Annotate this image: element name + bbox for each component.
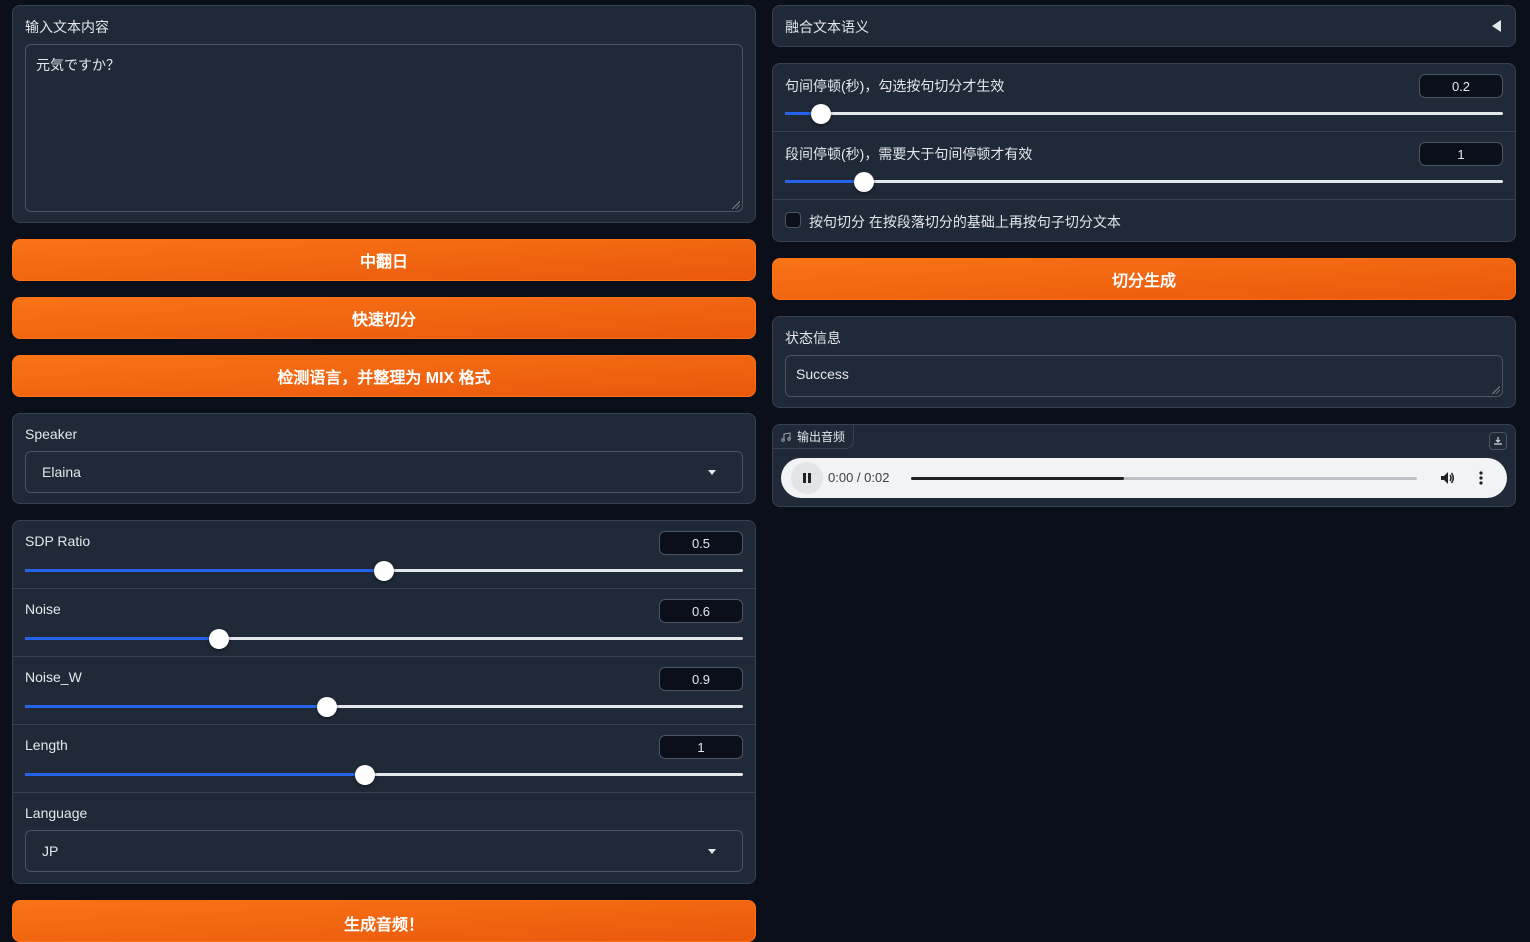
accordion-header[interactable]: 融合文本语义 xyxy=(772,5,1516,47)
generate-audio-button[interactable]: 生成音频！ xyxy=(12,900,756,942)
translate-button[interactable]: 中翻日 xyxy=(12,239,756,281)
left-slider-row: Length 1 xyxy=(13,725,755,793)
quick-split-button[interactable]: 快速切分 xyxy=(12,297,756,339)
slider-fill xyxy=(25,773,366,776)
slider-track[interactable] xyxy=(25,561,743,581)
resize-handle-icon[interactable] xyxy=(732,201,740,209)
collapse-arrow-icon[interactable] xyxy=(1492,20,1501,32)
left-slider-row: Noise 0.6 xyxy=(13,589,755,657)
accordion-label: 融合文本语义 xyxy=(785,19,869,35)
audio-label-tag: 输出音频 xyxy=(773,425,855,449)
slider-track[interactable] xyxy=(785,172,1503,192)
slider-thumb[interactable] xyxy=(853,172,874,192)
slider-label: 句间停顿(秒)，勾选按句切分才生效 xyxy=(785,78,1005,94)
music-note-icon xyxy=(781,431,791,442)
parameters-block: SDP Ratio 0.5 Noise 0.6 Noise_W 0.9 Length 1 La… xyxy=(12,520,756,884)
slider-track[interactable] xyxy=(785,104,1503,124)
slider-thumb[interactable] xyxy=(810,104,831,124)
text-input-value: 元気ですか？ xyxy=(36,57,120,73)
split-settings-block: 句间停顿(秒)，勾选按句切分才生效 0.2 段间停顿(秒)，需要大于句间停顿才有效 1… xyxy=(772,63,1516,242)
slider-fill xyxy=(25,705,327,708)
text-input-field[interactable]: 元気ですか？ xyxy=(25,44,743,212)
pause-icon[interactable] xyxy=(791,462,823,494)
audio-progress-fill xyxy=(911,477,1124,480)
audio-time: 0:00 / 0:02 xyxy=(828,470,890,485)
slider-number-input[interactable]: 1 xyxy=(659,735,743,759)
right-slider-row: 段间停顿(秒)，需要大于句间停顿才有效 1 xyxy=(773,132,1515,200)
language-section: Language JP xyxy=(13,793,755,883)
slider-track[interactable] xyxy=(25,697,743,717)
audio-progress-track[interactable] xyxy=(911,477,1417,480)
slider-number-input[interactable]: 0.9 xyxy=(659,667,743,691)
language-value: JP xyxy=(42,843,59,859)
slider-thumb[interactable] xyxy=(374,561,394,581)
status-output[interactable]: Success xyxy=(785,355,1503,397)
right-slider-row: 句间停顿(秒)，勾选按句切分才生效 0.2 xyxy=(773,64,1515,132)
status-value: Success xyxy=(796,366,849,382)
volume-icon[interactable] xyxy=(1437,468,1457,488)
speaker-dropdown[interactable]: Elaina xyxy=(25,451,743,493)
chevron-down-icon xyxy=(708,470,716,475)
slider-thumb[interactable] xyxy=(208,629,229,649)
language-label: Language xyxy=(25,805,88,821)
slider-number-input[interactable]: 1 xyxy=(1419,142,1503,166)
download-icon[interactable] xyxy=(1489,432,1507,450)
detect-language-button[interactable]: 检测语言，并整理为 MIX 格式 xyxy=(12,355,756,397)
slider-label: 段间停顿(秒)，需要大于句间停顿才有效 xyxy=(785,146,1033,162)
slider-fill xyxy=(25,569,384,572)
slider-label: Noise_W xyxy=(25,669,82,685)
slider-label: Noise xyxy=(25,601,61,617)
status-label: 状态信息 xyxy=(785,330,841,346)
audio-player: 0:00 / 0:02 xyxy=(781,458,1507,498)
slider-fill xyxy=(25,637,219,640)
speaker-label: Speaker xyxy=(25,426,78,442)
sentence-split-label: 按句切分 在按段落切分的基础上再按句子切分文本 xyxy=(809,214,1121,230)
left-slider-row: Noise_W 0.9 xyxy=(13,657,755,725)
slider-number-input[interactable]: 0.5 xyxy=(659,531,743,555)
status-block: 状态信息 Success xyxy=(772,316,1516,408)
slider-number-input[interactable]: 0.2 xyxy=(1419,74,1503,98)
more-options-icon[interactable] xyxy=(1471,468,1491,488)
slider-fill xyxy=(785,180,864,183)
slider-track[interactable] xyxy=(25,629,743,649)
sentence-split-row: 按句切分 在按段落切分的基础上再按句子切分文本 xyxy=(773,200,1515,242)
slider-label: Length xyxy=(25,737,68,753)
audio-output-block: 输出音频 0:00 / 0:02 xyxy=(772,424,1516,507)
sentence-split-checkbox[interactable] xyxy=(785,212,801,228)
text-input-block: 输入文本内容 元気ですか？ xyxy=(12,5,756,223)
speaker-value: Elaina xyxy=(42,464,81,480)
language-dropdown[interactable]: JP xyxy=(25,830,743,872)
chevron-down-icon xyxy=(708,849,716,854)
slider-track[interactable] xyxy=(25,765,743,785)
slider-label: SDP Ratio xyxy=(25,533,91,549)
left-slider-row: SDP Ratio 0.5 xyxy=(13,521,755,589)
slider-thumb[interactable] xyxy=(316,697,337,717)
slider-thumb[interactable] xyxy=(355,765,376,785)
split-generate-button[interactable]: 切分生成 xyxy=(772,258,1516,300)
text-input-label: 输入文本内容 xyxy=(25,19,109,35)
resize-handle-icon[interactable] xyxy=(1492,386,1500,394)
speaker-block: Speaker Elaina xyxy=(12,413,756,504)
slider-number-input[interactable]: 0.6 xyxy=(659,599,743,623)
audio-label: 输出音频 xyxy=(797,430,846,444)
